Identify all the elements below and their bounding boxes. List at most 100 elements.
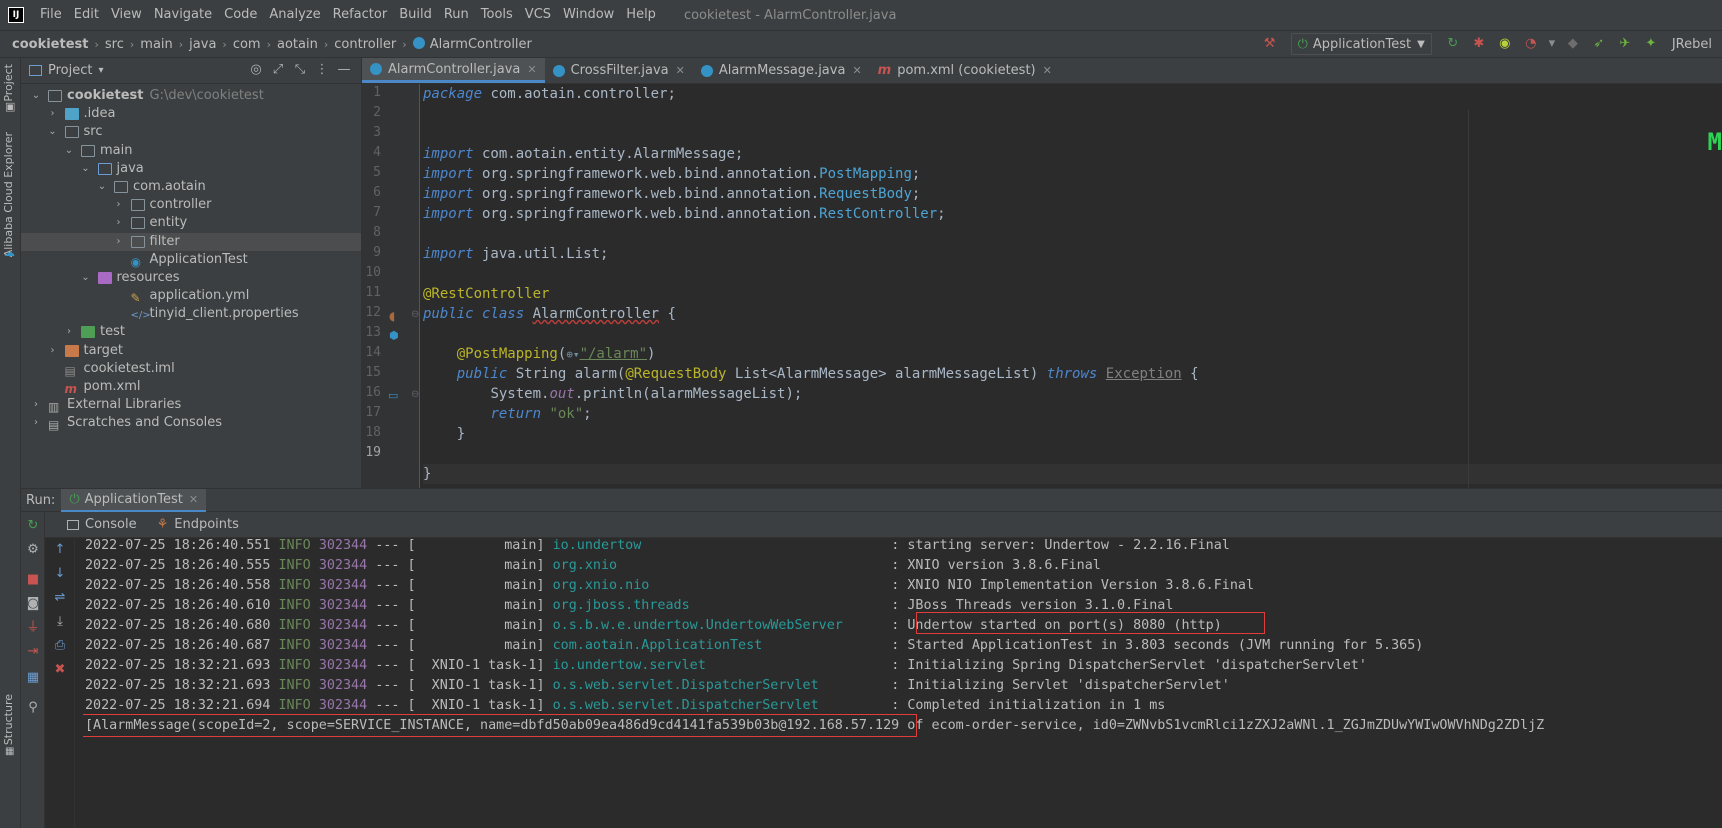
- breadcrumb-com[interactable]: com: [229, 37, 265, 52]
- menu-view[interactable]: View: [105, 0, 148, 30]
- tab-alarmcontroller[interactable]: AlarmController.java ✕: [362, 58, 545, 83]
- menu-navigate[interactable]: Navigate: [148, 0, 218, 30]
- debug-icon[interactable]: ✱: [1468, 33, 1490, 55]
- locate-icon[interactable]: ◎: [245, 62, 267, 77]
- jrebel-label[interactable]: JRebel: [1672, 37, 1712, 52]
- chevron-down-icon[interactable]: ⌄: [31, 87, 41, 105]
- tree-item[interactable]: </> tinyid_client.properties: [21, 305, 361, 323]
- menu-help[interactable]: Help: [620, 0, 662, 30]
- project-view-selector[interactable]: Project: [48, 63, 92, 78]
- chevron-right-icon[interactable]: ›: [31, 396, 41, 414]
- tab-alarmmessage[interactable]: AlarmMessage.java ✕: [693, 58, 870, 83]
- menu-refactor[interactable]: Refactor: [327, 0, 394, 30]
- arrow-down-icon[interactable]: ↓: [50, 565, 70, 583]
- close-icon[interactable]: ✕: [1043, 64, 1052, 77]
- close-icon[interactable]: ✕: [676, 64, 685, 77]
- chevron-right-icon[interactable]: ›: [114, 233, 124, 251]
- trash-icon[interactable]: ✖: [50, 661, 70, 679]
- close-icon[interactable]: ✕: [852, 64, 861, 77]
- chevron-down-icon[interactable]: ⌄: [81, 160, 91, 178]
- fold-icon[interactable]: ⊖: [411, 389, 419, 400]
- collapse-all-icon[interactable]: ⤡: [289, 62, 311, 77]
- spring-bean-icon[interactable]: ◖: [389, 309, 395, 323]
- run-tab-applicationtest[interactable]: ⏻ ApplicationTest ✕: [61, 488, 207, 512]
- exit-icon[interactable]: ⇥: [23, 643, 43, 661]
- globe-icon[interactable]: ⊕▾: [566, 348, 579, 361]
- tree-item[interactable]: › controller: [21, 196, 361, 214]
- tab-console[interactable]: Console: [57, 517, 147, 532]
- chevron-right-icon[interactable]: ›: [31, 414, 41, 432]
- project-tool-icon[interactable]: ▣: [5, 100, 15, 113]
- alibaba-cloud-tool-tab[interactable]: Alibaba Cloud Explorer: [2, 132, 15, 257]
- arrow-up-icon[interactable]: ↑: [50, 541, 70, 559]
- print-icon[interactable]: ⎙: [50, 637, 70, 655]
- tree-item[interactable]: m pom.xml: [21, 378, 361, 396]
- menu-window[interactable]: Window: [557, 0, 620, 30]
- tab-crossfilter[interactable]: CrossFilter.java ✕: [545, 58, 693, 83]
- bean-icon[interactable]: ⬢: [389, 329, 399, 342]
- string-literal[interactable]: "/alarm": [580, 346, 647, 362]
- options-icon[interactable]: ⋮: [311, 62, 333, 77]
- chevron-down-icon[interactable]: ⌄: [64, 142, 74, 160]
- chevron-right-icon[interactable]: ›: [114, 196, 124, 214]
- chevron-right-icon[interactable]: ›: [48, 105, 58, 123]
- layout-icon[interactable]: ▦: [23, 669, 43, 687]
- breadcrumb-main[interactable]: main: [136, 37, 176, 52]
- code-editor[interactable]: package com.aotain.controller; import co…: [423, 84, 1722, 514]
- menu-vcs[interactable]: VCS: [519, 0, 557, 30]
- console-output[interactable]: 2022-07-25 18:26:40.551 INFO 302344 --- …: [83, 538, 1722, 828]
- pin-icon[interactable]: ⚲: [23, 699, 43, 717]
- structure-tool-tab[interactable]: Structure: [2, 694, 15, 745]
- tree-item[interactable]: ⌄ com.aotain: [21, 178, 361, 196]
- tree-item[interactable]: ⌄ cookietest G:\dev\cookietest: [21, 87, 361, 105]
- close-icon[interactable]: ✕: [189, 493, 198, 506]
- project-tool-tab[interactable]: Project: [2, 64, 15, 102]
- breadcrumb-aotain[interactable]: aotain: [273, 37, 322, 52]
- plug-icon[interactable]: ⏚: [23, 619, 43, 637]
- breadcrumb-class[interactable]: AlarmController: [409, 36, 536, 52]
- tree-item[interactable]: ⌄ src: [21, 123, 361, 141]
- menu-code[interactable]: Code: [218, 0, 263, 30]
- tab-pom[interactable]: m pom.xml (cookietest) ✕: [870, 58, 1060, 83]
- tree-item[interactable]: ◉ ApplicationTest: [21, 251, 361, 269]
- build-hammer-icon[interactable]: ⚒: [1259, 33, 1281, 55]
- breadcrumb-src[interactable]: src: [101, 37, 128, 52]
- chevron-down-icon[interactable]: ⌄: [97, 178, 107, 196]
- fold-icon[interactable]: ⊖: [411, 309, 419, 320]
- endpoint-icon[interactable]: ▭: [388, 389, 398, 402]
- menu-edit[interactable]: Edit: [68, 0, 105, 30]
- scroll-to-end-icon[interactable]: ⤓: [50, 613, 70, 631]
- jrebel-debug-icon[interactable]: ✈: [1614, 33, 1636, 55]
- rerun-icon[interactable]: ↻: [23, 517, 43, 535]
- menu-run[interactable]: Run: [438, 0, 475, 30]
- tree-item[interactable]: › test: [21, 323, 361, 341]
- tree-item[interactable]: › .idea: [21, 105, 361, 123]
- tree-item[interactable]: ⌄ resources: [21, 269, 361, 287]
- tree-item[interactable]: › target: [21, 342, 361, 360]
- settings-icon[interactable]: ⚙: [23, 541, 43, 559]
- soft-wrap-icon[interactable]: ⇌: [50, 589, 70, 607]
- expand-all-icon[interactable]: ⤢: [267, 62, 289, 77]
- chevron-down-icon[interactable]: ▾: [1546, 33, 1558, 55]
- tree-item[interactable]: ✎ application.yml: [21, 287, 361, 305]
- menu-analyze[interactable]: Analyze: [263, 0, 326, 30]
- tree-item[interactable]: ⌄ java: [21, 160, 361, 178]
- chevron-right-icon[interactable]: ›: [48, 342, 58, 360]
- breadcrumb-java[interactable]: java: [185, 37, 220, 52]
- tab-endpoints[interactable]: ⚘ Endpoints: [147, 517, 249, 532]
- menu-file[interactable]: File: [34, 0, 68, 30]
- tree-item[interactable]: › entity: [21, 214, 361, 232]
- breadcrumb-controller[interactable]: controller: [330, 37, 400, 52]
- tree-item[interactable]: › ▥ External Libraries: [21, 396, 361, 414]
- jrebel-run-icon[interactable]: ➶: [1588, 33, 1610, 55]
- stop-icon[interactable]: ◆: [1562, 33, 1584, 55]
- hide-icon[interactable]: —: [333, 62, 355, 77]
- menu-tools[interactable]: Tools: [475, 0, 519, 30]
- chevron-down-icon[interactable]: ⌄: [81, 269, 91, 287]
- tree-item[interactable]: ⌄ main: [21, 142, 361, 160]
- chevron-down-icon[interactable]: ▾: [98, 65, 103, 76]
- chevron-right-icon[interactable]: ›: [64, 323, 74, 341]
- rerun-icon[interactable]: ↻: [1442, 33, 1464, 55]
- chevron-down-icon[interactable]: ⌄: [48, 123, 58, 141]
- camera-icon[interactable]: ◙: [23, 595, 43, 613]
